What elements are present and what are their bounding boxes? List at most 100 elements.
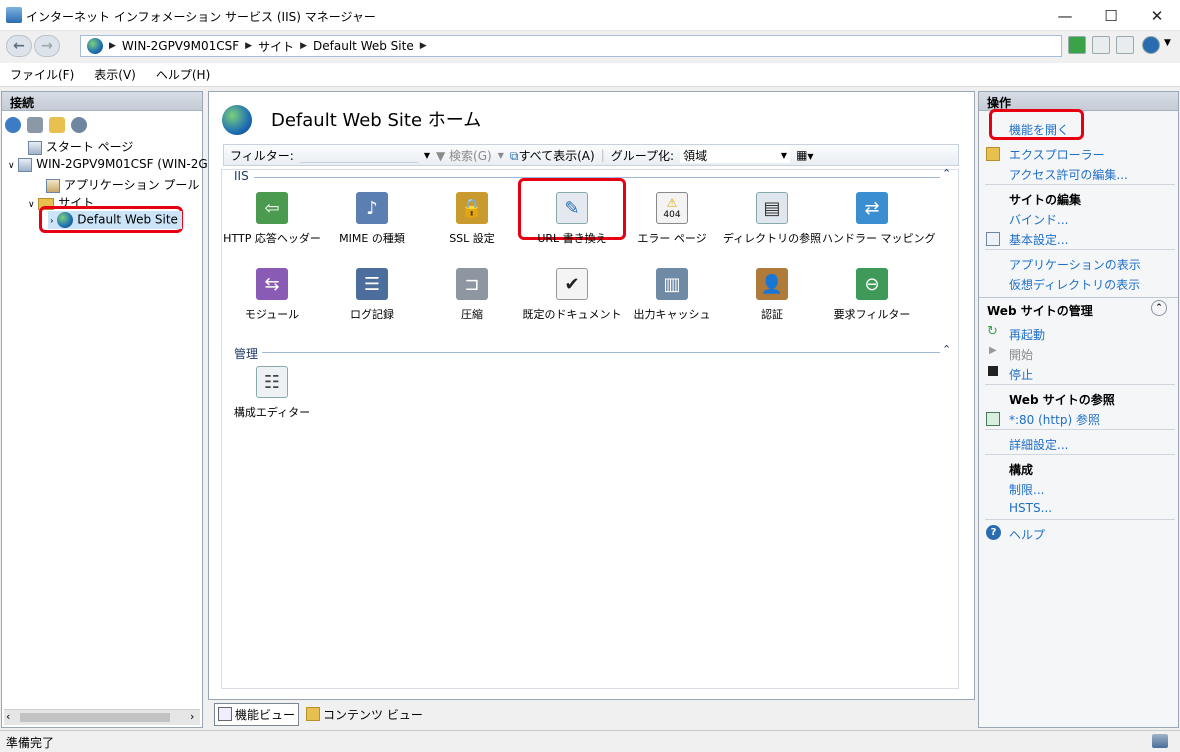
feature-handler-mappings[interactable]: ⇄ ハンドラー マッピング bbox=[822, 192, 936, 246]
feature-output-caching[interactable]: ▥ 出力キャッシュ bbox=[622, 268, 722, 322]
view-applications-link[interactable]: アプリケーションの表示 bbox=[1009, 256, 1141, 273]
default-document-icon: ✔ bbox=[556, 268, 588, 300]
group-by-select[interactable]: 領域 ▼ bbox=[680, 147, 791, 163]
filter-input[interactable] bbox=[299, 147, 418, 163]
disconnect-icon[interactable] bbox=[71, 117, 87, 133]
explore-link[interactable]: エクスプローラー bbox=[1009, 146, 1105, 163]
browse-http-link[interactable]: *:80 (http) 参照 bbox=[1009, 411, 1100, 428]
tree-item-server[interactable]: ∨ WIN-2GPV9M01CSF (WIN-2GI bbox=[8, 157, 211, 172]
browse-site-header: Web サイトの参照 bbox=[1009, 393, 1115, 407]
restart-link[interactable]: 再起動 bbox=[1009, 326, 1045, 343]
tree-item-start-page[interactable]: スタート ページ bbox=[28, 138, 133, 155]
feature-request-filtering[interactable]: ⊖ 要求フィルター bbox=[822, 268, 922, 322]
advanced-settings-link[interactable]: 詳細設定... bbox=[1009, 436, 1068, 453]
show-all-button[interactable]: ⧉すべて表示(A) bbox=[510, 147, 595, 164]
back-button[interactable]: ← bbox=[6, 35, 32, 57]
collapse-iis-icon[interactable]: ⌃ bbox=[942, 167, 951, 180]
features-area: IIS ⌃ ⇦ HTTP 応答ヘッダー ♪ MIME の種類 🔒 SSL 設定 … bbox=[221, 167, 959, 689]
chevron-down-icon: ▼ bbox=[780, 150, 788, 160]
up-folder-icon[interactable] bbox=[49, 117, 65, 133]
feature-error-pages[interactable]: ⚠ 404 エラー ページ bbox=[622, 192, 722, 246]
breadcrumb-sites[interactable]: サイト bbox=[258, 38, 294, 55]
stop-icon[interactable] bbox=[1092, 36, 1110, 54]
scroll-right-icon[interactable]: › bbox=[190, 710, 194, 723]
scroll-left-icon[interactable]: ‹ bbox=[6, 710, 10, 723]
feature-label: ディレクトリの参照 bbox=[722, 232, 822, 245]
feature-logging[interactable]: ☰ ログ記録 bbox=[322, 268, 422, 322]
globe-icon bbox=[57, 212, 74, 228]
chevron-right-icon: ▶ bbox=[109, 41, 116, 51]
stop-link[interactable]: 停止 bbox=[1009, 366, 1033, 383]
limits-link[interactable]: 制限... bbox=[1009, 481, 1044, 498]
feature-modules[interactable]: ⇆ モジュール bbox=[222, 268, 322, 322]
help-dropdown-icon[interactable]: ▼ bbox=[1164, 38, 1171, 48]
open-feature-link[interactable]: 機能を開く bbox=[1009, 121, 1069, 138]
feature-http-response-headers[interactable]: ⇦ HTTP 応答ヘッダー bbox=[222, 192, 322, 246]
start-link[interactable]: 開始 bbox=[1009, 346, 1033, 363]
feature-label: MIME の種類 bbox=[339, 232, 405, 245]
view-mode-button[interactable]: ▦▼ bbox=[796, 148, 814, 162]
help-link[interactable]: ヘルプ bbox=[1009, 526, 1045, 543]
collapse-section-icon[interactable]: ⌃ bbox=[1151, 300, 1167, 316]
features-pane: Default Web Site ホーム フィルター: ▼ ▼ 検索(G) ▼ … bbox=[208, 91, 975, 700]
scroll-thumb[interactable] bbox=[20, 713, 170, 722]
menu-view[interactable]: 表示(V) bbox=[92, 66, 138, 83]
feature-url-rewrite[interactable]: ✎ URL 書き換え bbox=[522, 192, 622, 246]
hsts-link[interactable]: HSTS... bbox=[1009, 501, 1052, 515]
forward-arrow-icon: → bbox=[41, 38, 53, 54]
help-circle-icon: ? bbox=[986, 525, 1001, 540]
feature-label: URL 書き換え bbox=[537, 232, 607, 245]
filter-toolbar: フィルター: ▼ ▼ 検索(G) ▼ ⧉すべて表示(A) | グループ化: 領域… bbox=[223, 144, 959, 166]
menu-bar: ファイル(F) 表示(V) ヘルプ(H) bbox=[0, 63, 1180, 87]
menu-help[interactable]: ヘルプ(H) bbox=[154, 66, 212, 83]
edit-permissions-link[interactable]: アクセス許可の編集... bbox=[1009, 166, 1128, 183]
menu-file[interactable]: ファイル(F) bbox=[8, 66, 76, 83]
connections-toolbar bbox=[5, 114, 87, 136]
collapse-management-icon[interactable]: ⌃ bbox=[942, 343, 951, 356]
feature-label: 既定のドキュメント bbox=[522, 308, 622, 321]
connect-icon[interactable] bbox=[5, 117, 21, 133]
feature-ssl-settings[interactable]: 🔒 SSL 設定 bbox=[422, 192, 522, 246]
tab-features-view[interactable]: 機能ビュー bbox=[214, 702, 300, 726]
filter-label: フィルター: bbox=[230, 148, 294, 163]
tree-item-default-web-site[interactable]: › Default Web Site bbox=[48, 211, 182, 229]
address-bar[interactable]: ▶ WIN-2GPV9M01CSF ▶ サイト ▶ Default Web Si… bbox=[80, 35, 1062, 57]
search-button[interactable]: ▼ 検索(G) bbox=[436, 147, 492, 164]
directory-browsing-icon: ▤ bbox=[756, 192, 788, 224]
home-icon[interactable] bbox=[1116, 36, 1134, 54]
feature-label: 圧縮 bbox=[461, 308, 483, 321]
feature-default-document[interactable]: ✔ 既定のドキュメント bbox=[522, 268, 622, 322]
forward-button[interactable]: → bbox=[34, 35, 60, 57]
stop-square-icon bbox=[988, 366, 998, 376]
close-button[interactable]: ✕ bbox=[1134, 0, 1180, 31]
chevron-right-icon: ▶ bbox=[419, 41, 427, 51]
tab-content-view[interactable]: コンテンツ ビュー bbox=[303, 704, 426, 725]
filter-dropdown-icon[interactable]: ▼ bbox=[424, 151, 430, 160]
help-icon[interactable] bbox=[1142, 36, 1160, 54]
save-icon[interactable] bbox=[27, 117, 43, 133]
divider bbox=[985, 384, 1175, 385]
output-caching-icon: ▥ bbox=[656, 268, 688, 300]
divider bbox=[985, 249, 1175, 250]
minimize-button[interactable]: — bbox=[1042, 0, 1088, 31]
refresh-icon[interactable] bbox=[1068, 36, 1086, 54]
basic-settings-link[interactable]: 基本設定... bbox=[1009, 231, 1068, 248]
bindings-link[interactable]: バインド... bbox=[1009, 211, 1068, 228]
feature-compression[interactable]: ⊐ 圧縮 bbox=[422, 268, 522, 322]
tree-label: WIN-2GPV9M01CSF (WIN-2GI bbox=[36, 157, 212, 171]
feature-directory-browsing[interactable]: ▤ ディレクトリの参照 bbox=[722, 192, 822, 246]
view-virtual-directories-link[interactable]: 仮想ディレクトリの表示 bbox=[1009, 276, 1140, 293]
actions-pane: 操作 機能を開く エクスプローラー アクセス許可の編集... サイトの編集 バイ… bbox=[978, 91, 1179, 728]
maximize-button[interactable]: ☐ bbox=[1088, 0, 1134, 31]
request-filtering-icon: ⊖ bbox=[856, 268, 888, 300]
feature-configuration-editor[interactable]: ☷ 構成エディター bbox=[222, 366, 322, 420]
tree-item-app-pools[interactable]: アプリケーション プール bbox=[46, 176, 199, 193]
search-dropdown-icon[interactable]: ▼ bbox=[498, 151, 504, 160]
connections-title: 接続 bbox=[2, 92, 202, 111]
breadcrumb-default-site[interactable]: Default Web Site bbox=[313, 39, 414, 53]
feature-authentication[interactable]: 👤 認証 bbox=[722, 268, 822, 322]
edit-site-header: サイトの編集 bbox=[1009, 193, 1082, 207]
breadcrumb-server[interactable]: WIN-2GPV9M01CSF bbox=[122, 39, 239, 53]
horizontal-scrollbar[interactable]: ‹ › bbox=[4, 709, 200, 725]
feature-mime-types[interactable]: ♪ MIME の種類 bbox=[322, 192, 422, 246]
